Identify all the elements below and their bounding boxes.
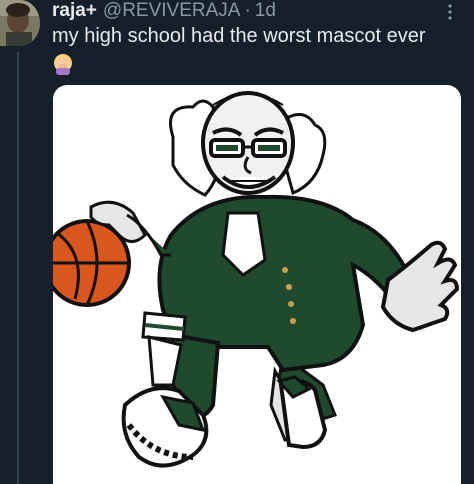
more-options-icon[interactable]	[447, 4, 453, 20]
separator-dot: ·	[244, 0, 251, 21]
thread-line	[17, 52, 19, 484]
tweet-media-image[interactable]	[53, 85, 461, 484]
timestamp[interactable]: 1d	[255, 0, 276, 22]
avatar[interactable]	[0, 0, 40, 46]
mascot-basketball-image	[53, 91, 460, 468]
tweet-header: raja+ @REVIVERAJA · 1d	[52, 0, 276, 22]
tweet-text: my high school had the worst mascot ever	[52, 25, 426, 47]
author-name[interactable]: raja+	[52, 0, 97, 22]
woman-facepalming-emoji	[54, 54, 72, 75]
avatar-photo-icon	[0, 0, 40, 46]
author-handle[interactable]: @REVIVERAJA	[103, 0, 241, 22]
